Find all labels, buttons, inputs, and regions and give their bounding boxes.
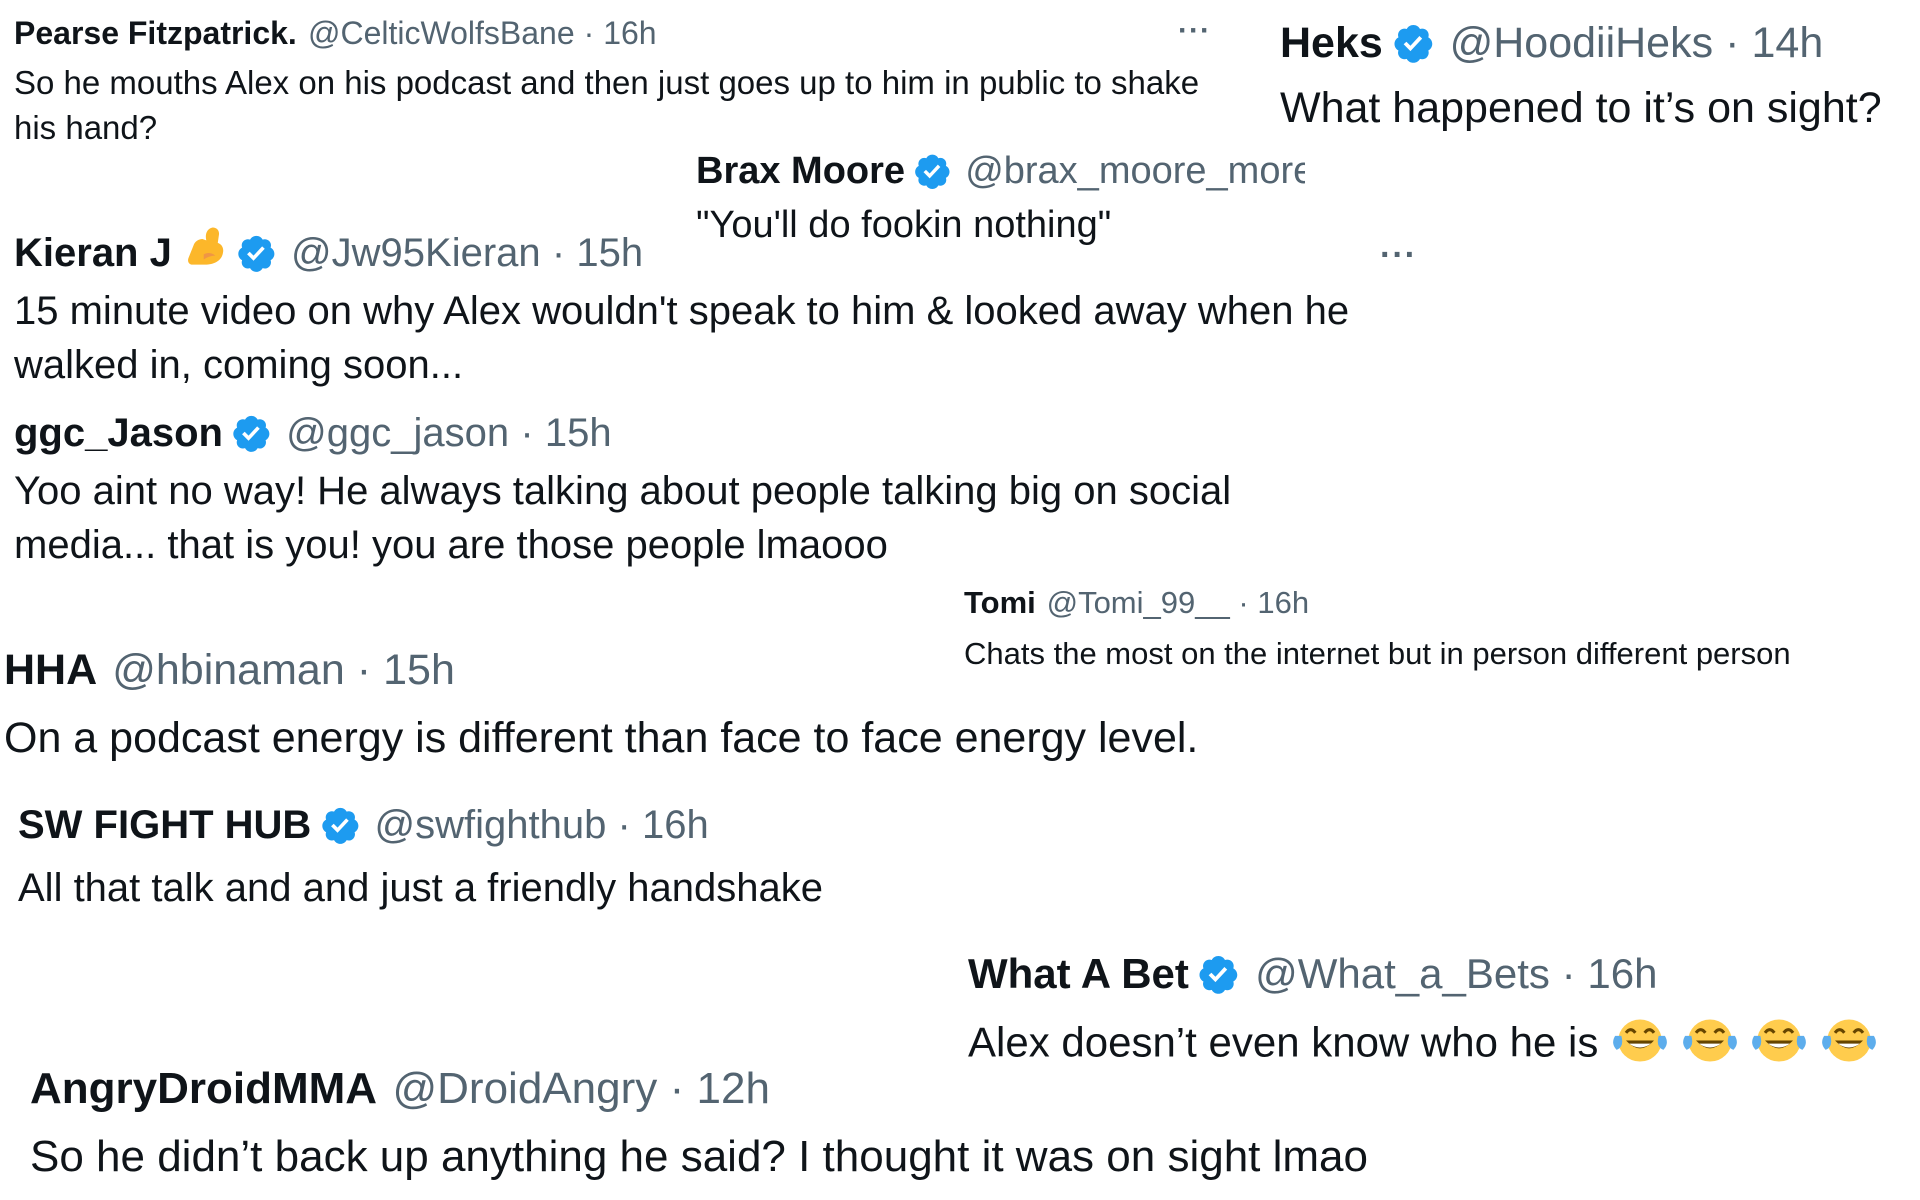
tweet-header: AngryDroidMMA @DroidAngry · 12h <box>30 1062 1368 1116</box>
tweet-header: What A Bet @What_a_Bets · 16h <box>968 948 1877 1000</box>
user-name[interactable]: Tomi <box>964 585 1036 621</box>
timestamp[interactable]: 15h <box>383 646 455 695</box>
tweet-header: Pearse Fitzpatrick. @CelticWolfsBane · 1… <box>14 12 1214 54</box>
user-name[interactable]: Heks <box>1280 19 1383 68</box>
user-name[interactable]: AngryDroidMMA <box>30 1064 377 1114</box>
timestamp[interactable]: 15h <box>576 231 643 276</box>
face-with-tears-of-joy-emoji-icon <box>1612 1014 1668 1064</box>
tweet-what-a-bet: What A Bet @What_a_Bets · 16h Alex doesn… <box>968 948 1877 1068</box>
tweet-header: Brax Moore @brax_moore_more <box>696 148 1305 194</box>
user-handle[interactable]: @brax_moore_more <box>965 150 1305 193</box>
timestamp[interactable]: 16h <box>603 15 656 52</box>
separator-dot: · <box>1561 950 1576 997</box>
tweet-text: What happened to it’s on sight? <box>1280 84 1882 132</box>
user-handle[interactable]: @HoodiiHeks <box>1450 19 1714 68</box>
user-handle[interactable]: @Jw95Kieran <box>291 231 541 276</box>
timestamp[interactable]: 12h <box>697 1064 770 1114</box>
face-with-tears-of-joy-emoji-icon <box>1751 1014 1807 1064</box>
user-name[interactable]: SW FIGHT HUB <box>18 803 311 848</box>
user-handle[interactable]: @swfighthub <box>375 803 607 848</box>
more-options-icon[interactable]: ··· <box>1178 14 1211 48</box>
tweet-heks: Heks @HoodiiHeks · 14h What happened to … <box>1280 18 1882 134</box>
verified-badge-icon <box>235 232 277 274</box>
user-handle[interactable]: @Tomi_99__ <box>1047 585 1230 621</box>
verified-badge-icon <box>319 804 361 846</box>
face-with-tears-of-joy-emoji-icon <box>1821 1014 1877 1064</box>
tweet-text-row: Alex doesn’t even know who he is <box>968 1014 1877 1068</box>
flexed-biceps-emoji-icon <box>182 225 228 281</box>
user-handle[interactable]: @ggc_jason <box>286 411 509 456</box>
user-handle[interactable]: @CelticWolfsBane <box>308 15 575 52</box>
tweet-text: So he didn’t back up anything he said? I… <box>30 1132 1368 1181</box>
tweet-ggc-jason: ggc_Jason @ggc_jason · 15h Yoo aint no w… <box>14 408 1354 572</box>
separator-dot: · <box>583 14 595 51</box>
user-name[interactable]: What A Bet <box>968 950 1189 998</box>
separator-dot: · <box>551 230 566 275</box>
timestamp[interactable]: 14h <box>1752 19 1824 68</box>
verified-badge-icon <box>1391 21 1435 65</box>
separator-dot: · <box>520 410 534 455</box>
tweet-text: 15 minute video on why Alex wouldn't spe… <box>14 289 1350 387</box>
user-name[interactable]: Kieran J <box>14 231 172 276</box>
user-name[interactable]: Pearse Fitzpatrick. <box>14 15 297 52</box>
separator-dot: · <box>669 1064 685 1113</box>
tweet-kieran: Kieran J @Jw95Kieran · 15h 15 minute vid… <box>14 225 1434 392</box>
user-handle[interactable]: @hbinaman <box>112 646 345 695</box>
user-handle[interactable]: @DroidAngry <box>392 1064 657 1114</box>
verified-badge-icon <box>912 151 952 191</box>
timestamp[interactable]: 16h <box>642 803 709 848</box>
timestamp[interactable]: 16h <box>1257 585 1309 621</box>
separator-dot: · <box>356 645 372 694</box>
verified-badge-icon <box>1196 952 1240 996</box>
user-handle[interactable]: @What_a_Bets <box>1255 950 1550 998</box>
tweet-pearse: Pearse Fitzpatrick. @CelticWolfsBane · 1… <box>14 12 1214 150</box>
more-options-icon[interactable]: ··· <box>1380 236 1417 275</box>
tweet-text: Alex doesn’t even know who he is <box>968 1018 1599 1066</box>
tweet-angry-droid: AngryDroidMMA @DroidAngry · 12h So he di… <box>30 1062 1368 1184</box>
tweet-text: Yoo aint no way! He always talking about… <box>14 469 1232 567</box>
tweet-header: SW FIGHT HUB @swfighthub · 16h <box>18 800 823 850</box>
user-name[interactable]: Brax Moore <box>696 150 905 193</box>
separator-dot: · <box>1725 18 1740 67</box>
tweet-header: Kieran J @Jw95Kieran · 15h <box>14 225 1434 281</box>
tweet-header: Heks @HoodiiHeks · 14h <box>1280 18 1882 68</box>
user-name[interactable]: HHA <box>4 646 97 695</box>
tweet-sw-fight-hub: SW FIGHT HUB @swfighthub · 16h All that … <box>18 800 823 914</box>
user-name[interactable]: ggc_Jason <box>14 411 223 456</box>
tweet-text: So he mouths Alex on his podcast and the… <box>14 64 1200 146</box>
tweet-header: HHA @hbinaman · 15h <box>4 644 1198 696</box>
tweet-text: All that talk and and just a friendly ha… <box>18 866 823 910</box>
separator-dot: · <box>1238 585 1249 620</box>
timestamp[interactable]: 15h <box>545 411 612 456</box>
tweet-text: On a podcast energy is different than fa… <box>4 714 1199 762</box>
timestamp[interactable]: 16h <box>1587 950 1657 998</box>
tweet-header: ggc_Jason @ggc_jason · 15h <box>14 408 1354 458</box>
separator-dot: · <box>617 802 631 847</box>
verified-badge-icon <box>230 412 272 454</box>
face-with-tears-of-joy-emoji-icon <box>1682 1014 1738 1064</box>
tweet-hha: HHA @hbinaman · 15h On a podcast energy … <box>4 644 1198 764</box>
tweet-header: Tomi @Tomi_99__ · 16h <box>964 584 1791 622</box>
